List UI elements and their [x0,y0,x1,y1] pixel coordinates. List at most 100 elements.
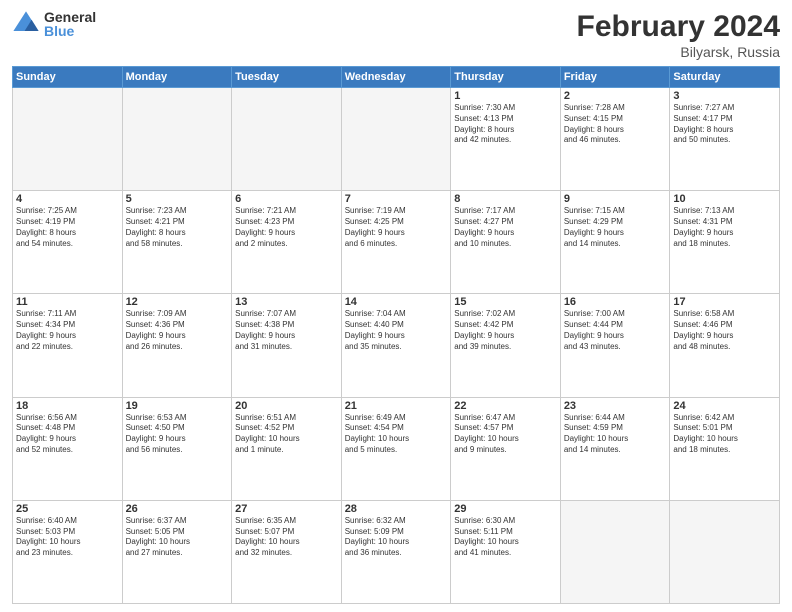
day-info: Sunrise: 7:11 AMSunset: 4:34 PMDaylight:… [16,309,119,352]
day-number: 9 [564,193,667,205]
logo-text: General Blue [44,10,96,38]
day-cell [341,88,451,191]
col-thursday: Thursday [451,67,561,88]
day-number: 1 [454,90,557,102]
calendar-table: Sunday Monday Tuesday Wednesday Thursday… [12,66,780,604]
day-info: Sunrise: 7:00 AMSunset: 4:44 PMDaylight:… [564,309,667,352]
col-saturday: Saturday [670,67,780,88]
day-number: 10 [673,193,776,205]
day-info: Sunrise: 6:47 AMSunset: 4:57 PMDaylight:… [454,413,557,456]
week-row-3: 18Sunrise: 6:56 AMSunset: 4:48 PMDayligh… [13,397,780,500]
day-cell: 14Sunrise: 7:04 AMSunset: 4:40 PMDayligh… [341,294,451,397]
day-cell: 23Sunrise: 6:44 AMSunset: 4:59 PMDayligh… [560,397,670,500]
day-cell: 8Sunrise: 7:17 AMSunset: 4:27 PMDaylight… [451,191,561,294]
day-cell: 6Sunrise: 7:21 AMSunset: 4:23 PMDaylight… [232,191,342,294]
day-info: Sunrise: 6:44 AMSunset: 4:59 PMDaylight:… [564,413,667,456]
day-info: Sunrise: 6:37 AMSunset: 5:05 PMDaylight:… [126,516,229,559]
col-friday: Friday [560,67,670,88]
col-wednesday: Wednesday [341,67,451,88]
page-container: General Blue February 2024 Bilyarsk, Rus… [0,0,792,612]
day-number: 28 [345,503,448,515]
calendar-header-row: Sunday Monday Tuesday Wednesday Thursday… [13,67,780,88]
day-info: Sunrise: 7:28 AMSunset: 4:15 PMDaylight:… [564,103,667,146]
day-info: Sunrise: 6:51 AMSunset: 4:52 PMDaylight:… [235,413,338,456]
day-cell: 24Sunrise: 6:42 AMSunset: 5:01 PMDayligh… [670,397,780,500]
day-number: 6 [235,193,338,205]
day-cell: 10Sunrise: 7:13 AMSunset: 4:31 PMDayligh… [670,191,780,294]
day-number: 22 [454,400,557,412]
day-info: Sunrise: 7:09 AMSunset: 4:36 PMDaylight:… [126,309,229,352]
day-cell: 1Sunrise: 7:30 AMSunset: 4:13 PMDaylight… [451,88,561,191]
day-number: 26 [126,503,229,515]
day-info: Sunrise: 6:32 AMSunset: 5:09 PMDaylight:… [345,516,448,559]
day-cell: 19Sunrise: 6:53 AMSunset: 4:50 PMDayligh… [122,397,232,500]
day-info: Sunrise: 7:04 AMSunset: 4:40 PMDaylight:… [345,309,448,352]
day-cell: 26Sunrise: 6:37 AMSunset: 5:05 PMDayligh… [122,500,232,603]
day-number: 15 [454,296,557,308]
day-number: 21 [345,400,448,412]
day-cell: 22Sunrise: 6:47 AMSunset: 4:57 PMDayligh… [451,397,561,500]
day-cell: 2Sunrise: 7:28 AMSunset: 4:15 PMDaylight… [560,88,670,191]
day-cell: 12Sunrise: 7:09 AMSunset: 4:36 PMDayligh… [122,294,232,397]
week-row-2: 11Sunrise: 7:11 AMSunset: 4:34 PMDayligh… [13,294,780,397]
day-cell: 18Sunrise: 6:56 AMSunset: 4:48 PMDayligh… [13,397,123,500]
day-number: 23 [564,400,667,412]
day-number: 2 [564,90,667,102]
day-info: Sunrise: 6:30 AMSunset: 5:11 PMDaylight:… [454,516,557,559]
week-row-0: 1Sunrise: 7:30 AMSunset: 4:13 PMDaylight… [13,88,780,191]
day-cell: 27Sunrise: 6:35 AMSunset: 5:07 PMDayligh… [232,500,342,603]
day-number: 4 [16,193,119,205]
day-number: 27 [235,503,338,515]
week-row-4: 25Sunrise: 6:40 AMSunset: 5:03 PMDayligh… [13,500,780,603]
day-info: Sunrise: 7:07 AMSunset: 4:38 PMDaylight:… [235,309,338,352]
day-info: Sunrise: 7:21 AMSunset: 4:23 PMDaylight:… [235,206,338,249]
day-info: Sunrise: 6:53 AMSunset: 4:50 PMDaylight:… [126,413,229,456]
calendar-title: February 2024 [577,10,780,44]
day-number: 13 [235,296,338,308]
calendar-location: Bilyarsk, Russia [577,44,780,60]
day-number: 29 [454,503,557,515]
day-info: Sunrise: 7:23 AMSunset: 4:21 PMDaylight:… [126,206,229,249]
day-number: 5 [126,193,229,205]
day-cell: 5Sunrise: 7:23 AMSunset: 4:21 PMDaylight… [122,191,232,294]
day-number: 12 [126,296,229,308]
day-cell: 16Sunrise: 7:00 AMSunset: 4:44 PMDayligh… [560,294,670,397]
logo-icon [12,10,40,38]
day-cell: 25Sunrise: 6:40 AMSunset: 5:03 PMDayligh… [13,500,123,603]
day-cell [122,88,232,191]
day-number: 18 [16,400,119,412]
day-number: 20 [235,400,338,412]
logo-blue: Blue [44,24,96,38]
day-cell: 15Sunrise: 7:02 AMSunset: 4:42 PMDayligh… [451,294,561,397]
day-info: Sunrise: 6:42 AMSunset: 5:01 PMDaylight:… [673,413,776,456]
day-info: Sunrise: 7:27 AMSunset: 4:17 PMDaylight:… [673,103,776,146]
day-info: Sunrise: 6:35 AMSunset: 5:07 PMDaylight:… [235,516,338,559]
day-number: 11 [16,296,119,308]
day-cell: 11Sunrise: 7:11 AMSunset: 4:34 PMDayligh… [13,294,123,397]
day-number: 19 [126,400,229,412]
title-block: February 2024 Bilyarsk, Russia [577,10,780,60]
day-cell: 29Sunrise: 6:30 AMSunset: 5:11 PMDayligh… [451,500,561,603]
day-info: Sunrise: 6:40 AMSunset: 5:03 PMDaylight:… [16,516,119,559]
day-number: 8 [454,193,557,205]
day-cell [670,500,780,603]
day-number: 7 [345,193,448,205]
day-number: 25 [16,503,119,515]
day-cell: 3Sunrise: 7:27 AMSunset: 4:17 PMDaylight… [670,88,780,191]
day-cell [560,500,670,603]
day-info: Sunrise: 7:25 AMSunset: 4:19 PMDaylight:… [16,206,119,249]
header: General Blue February 2024 Bilyarsk, Rus… [12,10,780,60]
day-number: 14 [345,296,448,308]
day-cell: 20Sunrise: 6:51 AMSunset: 4:52 PMDayligh… [232,397,342,500]
day-info: Sunrise: 7:17 AMSunset: 4:27 PMDaylight:… [454,206,557,249]
col-monday: Monday [122,67,232,88]
col-sunday: Sunday [13,67,123,88]
day-cell: 13Sunrise: 7:07 AMSunset: 4:38 PMDayligh… [232,294,342,397]
day-info: Sunrise: 6:56 AMSunset: 4:48 PMDaylight:… [16,413,119,456]
day-cell: 9Sunrise: 7:15 AMSunset: 4:29 PMDaylight… [560,191,670,294]
day-cell: 7Sunrise: 7:19 AMSunset: 4:25 PMDaylight… [341,191,451,294]
day-info: Sunrise: 7:19 AMSunset: 4:25 PMDaylight:… [345,206,448,249]
day-cell [13,88,123,191]
day-info: Sunrise: 6:49 AMSunset: 4:54 PMDaylight:… [345,413,448,456]
day-info: Sunrise: 7:13 AMSunset: 4:31 PMDaylight:… [673,206,776,249]
